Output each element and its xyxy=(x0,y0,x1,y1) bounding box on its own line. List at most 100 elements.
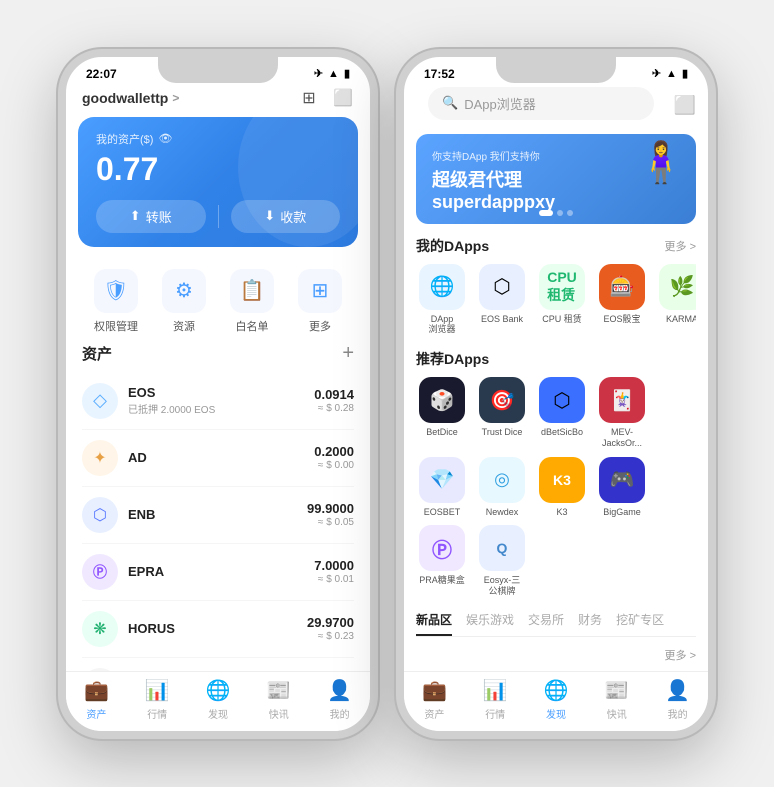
grid-icon[interactable]: ⊞ xyxy=(298,87,320,109)
dapp-pra[interactable]: Ⓟ PRA糖果盒 xyxy=(416,525,468,597)
dapp-eosbet[interactable]: 💎 EOSBET xyxy=(416,457,468,518)
ad-amount: 0.2000 xyxy=(314,444,354,459)
tab-exchange[interactable]: 交易所 xyxy=(528,611,564,636)
nav-discover-2[interactable]: 🌐 发现 xyxy=(526,678,587,721)
time-1: 22:07 xyxy=(86,67,117,81)
asset-item-eos[interactable]: ◇ EOS 已抵押 2.0000 EOS 0.0914 ≈ $ 0.28 xyxy=(82,373,354,430)
tab-entertainment[interactable]: 娱乐游戏 xyxy=(466,611,514,636)
dapp-k3[interactable]: K3 K3 xyxy=(536,457,588,518)
dapp-newdex[interactable]: ◎ Newdex xyxy=(476,457,528,518)
tab-mining[interactable]: 挖矿专区 xyxy=(616,611,664,636)
receive-button[interactable]: ⬇ 收款 xyxy=(231,200,341,233)
quick-action-whitelist[interactable]: 📋 白名单 xyxy=(230,269,274,334)
add-asset-button[interactable]: + xyxy=(342,342,354,365)
my-dapps-more[interactable]: 更多 > xyxy=(665,238,696,254)
asset-item-hvt[interactable]: W HVT 0.6014 ≈ $ 0.00 xyxy=(82,658,354,671)
assets-section: 资产 + ◇ EOS 已抵押 2.0000 EOS 0.0914 ≈ $ 0.2… xyxy=(66,342,370,671)
nav-assets-2[interactable]: 💼 资产 xyxy=(404,678,465,721)
wifi-icon-1: ▲ xyxy=(328,68,339,80)
nav-news-1[interactable]: 📰 快讯 xyxy=(248,678,309,721)
dapp-trustdice[interactable]: 🎯 Trust Dice xyxy=(476,377,528,449)
dapp-tabs: 新品区 娱乐游戏 交易所 财务 挖矿专区 xyxy=(416,611,696,637)
dapp-eossicbo[interactable]: 🎰 EOS骰宝 xyxy=(596,264,648,336)
nav-market-2[interactable]: 📊 行情 xyxy=(465,678,526,721)
card-buttons: ⬆ 转账 ⬇ 收款 xyxy=(96,200,340,233)
enb-info: ENB xyxy=(128,507,307,522)
battery-icon-1: ▮ xyxy=(344,67,350,80)
eos-name: EOS xyxy=(128,385,314,400)
dapp-trustdice-label: Trust Dice xyxy=(482,427,523,438)
dapp-cpu[interactable]: CPU租赁 CPU 租赁 xyxy=(536,264,588,336)
assets-title: 资产 xyxy=(82,343,112,364)
eye-icon: 👁 xyxy=(158,132,172,145)
asset-value: 0.77 xyxy=(96,151,340,188)
nav-assets[interactable]: 💼 资产 xyxy=(66,678,127,721)
enb-amounts: 99.9000 ≈ $ 0.05 xyxy=(307,501,354,528)
asset-item-epra[interactable]: Ⓟ EPRA 7.0000 ≈ $ 0.01 xyxy=(82,544,354,601)
horus-name: HORUS xyxy=(128,621,307,636)
ad-icon: ✦ xyxy=(82,440,118,476)
receive-icon: ⬇ xyxy=(264,208,275,224)
quick-action-resources[interactable]: ⚙ 资源 xyxy=(162,269,206,334)
nav-news-icon-1: 📰 xyxy=(266,678,291,703)
dapp-browser[interactable]: 🌐 DApp浏览器 xyxy=(416,264,468,336)
dapp-eosyx[interactable]: Q Eosyx-三公棋牌 xyxy=(476,525,528,597)
nav-discover-label-1: 发现 xyxy=(208,706,228,721)
wallet-chevron: > xyxy=(172,91,179,105)
tab-finance[interactable]: 财务 xyxy=(578,611,602,636)
dapp-dbetsicbo[interactable]: ⬡ dBetSicBo xyxy=(536,377,588,449)
enb-usd: ≈ $ 0.05 xyxy=(307,517,354,528)
status-icons-2: ✈ ▲ ▮ xyxy=(652,67,688,80)
dapp-search[interactable]: 🔍 DApp浏览器 xyxy=(428,87,654,120)
banner-dot-2 xyxy=(557,210,563,216)
nav-profile-2[interactable]: 👤 我的 xyxy=(647,678,708,721)
nav-market-icon-2: 📊 xyxy=(483,678,508,703)
asset-item-ad[interactable]: ✦ AD 0.2000 ≈ $ 0.00 xyxy=(82,430,354,487)
nav-discover-1[interactable]: 🌐 发现 xyxy=(188,678,249,721)
status-bar-1: 22:07 ✈ ▲ ▮ xyxy=(66,57,370,83)
new-apps-more[interactable]: 更多 > xyxy=(665,647,696,663)
transfer-button[interactable]: ⬆ 转账 xyxy=(96,200,206,233)
tab-new[interactable]: 新品区 xyxy=(416,611,452,636)
status-bar-2: 17:52 ✈ ▲ ▮ xyxy=(404,57,708,83)
wallet-title[interactable]: goodwallettp > xyxy=(82,90,179,106)
quick-action-permissions[interactable]: 🛡 权限管理 xyxy=(94,269,138,334)
nav-market-label-2: 行情 xyxy=(485,706,505,721)
permissions-icon: 🛡 xyxy=(94,269,138,313)
dapp-biggame-icon: 🎮 xyxy=(599,457,645,503)
asset-item-enb[interactable]: ⬡ ENB 99.9000 ≈ $ 0.05 xyxy=(82,487,354,544)
receive-label: 收款 xyxy=(280,207,306,226)
scan-icon-2[interactable]: ⬜ xyxy=(674,95,696,116)
dapp-eosyx-icon: Q xyxy=(479,525,525,571)
wallet-name: goodwallettp xyxy=(82,90,168,106)
horus-icon: ❋ xyxy=(82,611,118,647)
asset-item-horus[interactable]: ❋ HORUS 29.9700 ≈ $ 0.23 xyxy=(82,601,354,658)
dapp-banner[interactable]: 你支持DApp 我们支持你 超级君代理 superdapppxy 🧍‍♀️ xyxy=(416,134,696,224)
epra-amount: 7.0000 xyxy=(314,558,354,573)
dapp-biggame[interactable]: 🎮 BigGame xyxy=(596,457,648,518)
scan-icon[interactable]: ⬜ xyxy=(332,87,354,109)
dapp-betdice[interactable]: 🎲 BetDice xyxy=(416,377,468,449)
search-icon: 🔍 xyxy=(442,95,458,111)
banner-dot-3 xyxy=(567,210,573,216)
dapp-newdex-label: Newdex xyxy=(486,507,519,518)
dapp-browser-label: DApp浏览器 xyxy=(428,314,455,336)
transfer-icon: ⬆ xyxy=(130,208,141,224)
quick-action-more[interactable]: ⊞ 更多 xyxy=(298,269,342,334)
more-label: 更多 xyxy=(309,318,331,334)
card-divider xyxy=(218,205,219,228)
dapp-karma[interactable]: 🌿 KARMA xyxy=(656,264,696,336)
nav-market-1[interactable]: 📊 行情 xyxy=(127,678,188,721)
dapp-mev[interactable]: 🃏 MEV-JacksOr... xyxy=(596,377,648,449)
nav-news-2[interactable]: 📰 快讯 xyxy=(586,678,647,721)
ad-usd: ≈ $ 0.00 xyxy=(314,460,354,471)
nav-profile-1[interactable]: 👤 我的 xyxy=(309,678,370,721)
new-apps-header: 更多 > xyxy=(416,647,696,663)
nav-profile-label-1: 我的 xyxy=(330,706,350,721)
enb-amount: 99.9000 xyxy=(307,501,354,516)
asset-label: 我的资产($) 👁 xyxy=(96,131,340,147)
recommended-dapps-header: 推荐DApps xyxy=(416,349,696,369)
status-icons-1: ✈ ▲ ▮ xyxy=(314,67,350,80)
dapp-eosbank[interactable]: ⬡ EOS Bank xyxy=(476,264,528,336)
my-dapps-title: 我的DApps xyxy=(416,236,489,256)
